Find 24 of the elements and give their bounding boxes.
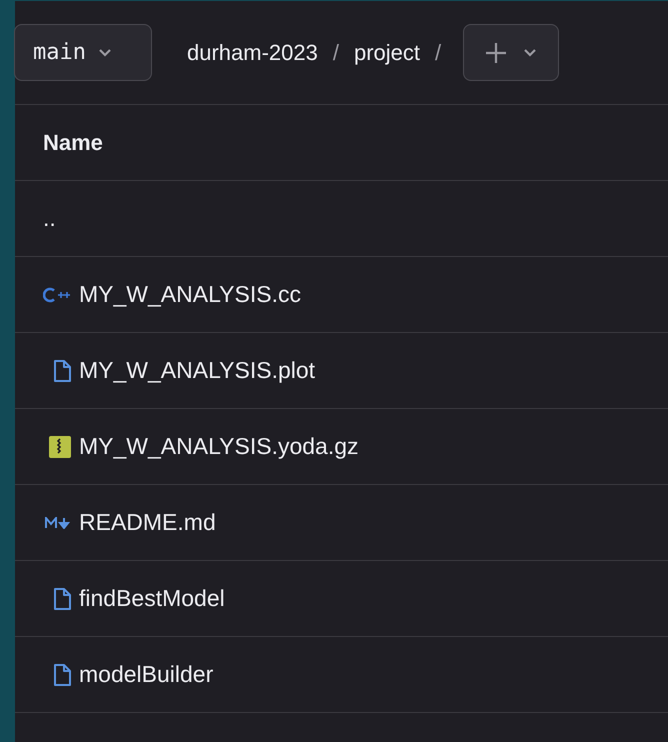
breadcrumb-separator: / xyxy=(435,39,442,67)
breadcrumb-separator: / xyxy=(332,39,339,67)
file-name-link[interactable]: MY_W_ANALYSIS.plot xyxy=(79,353,316,388)
chevron-down-icon xyxy=(523,48,538,57)
file-icon xyxy=(53,360,71,382)
breadcrumb-link[interactable]: durham-2023 xyxy=(187,36,318,69)
breadcrumb-link[interactable]: project xyxy=(354,36,420,69)
file-name-link[interactable]: README.md xyxy=(79,505,216,540)
file-icon xyxy=(53,588,71,610)
file-icon xyxy=(53,664,71,686)
add-dropdown[interactable] xyxy=(463,24,560,81)
markdown-icon xyxy=(45,516,71,528)
chevron-down-icon xyxy=(98,48,112,57)
archive-icon xyxy=(49,436,71,458)
file-name-link[interactable]: findBestModel xyxy=(79,581,225,616)
branch-name: main xyxy=(33,39,86,67)
plus-icon xyxy=(485,42,508,64)
file-name-link[interactable]: MY_W_ANALYSIS.yoda.gz xyxy=(79,429,359,464)
file-name-link[interactable]: modelBuilder xyxy=(79,657,214,692)
file-name-link[interactable]: MY_W_ANALYSIS.cc xyxy=(79,277,301,312)
cpp-icon xyxy=(43,286,71,302)
branch-dropdown[interactable]: main xyxy=(14,24,152,81)
column-header: Name xyxy=(43,129,103,157)
file-name-link[interactable]: .. xyxy=(43,201,56,236)
